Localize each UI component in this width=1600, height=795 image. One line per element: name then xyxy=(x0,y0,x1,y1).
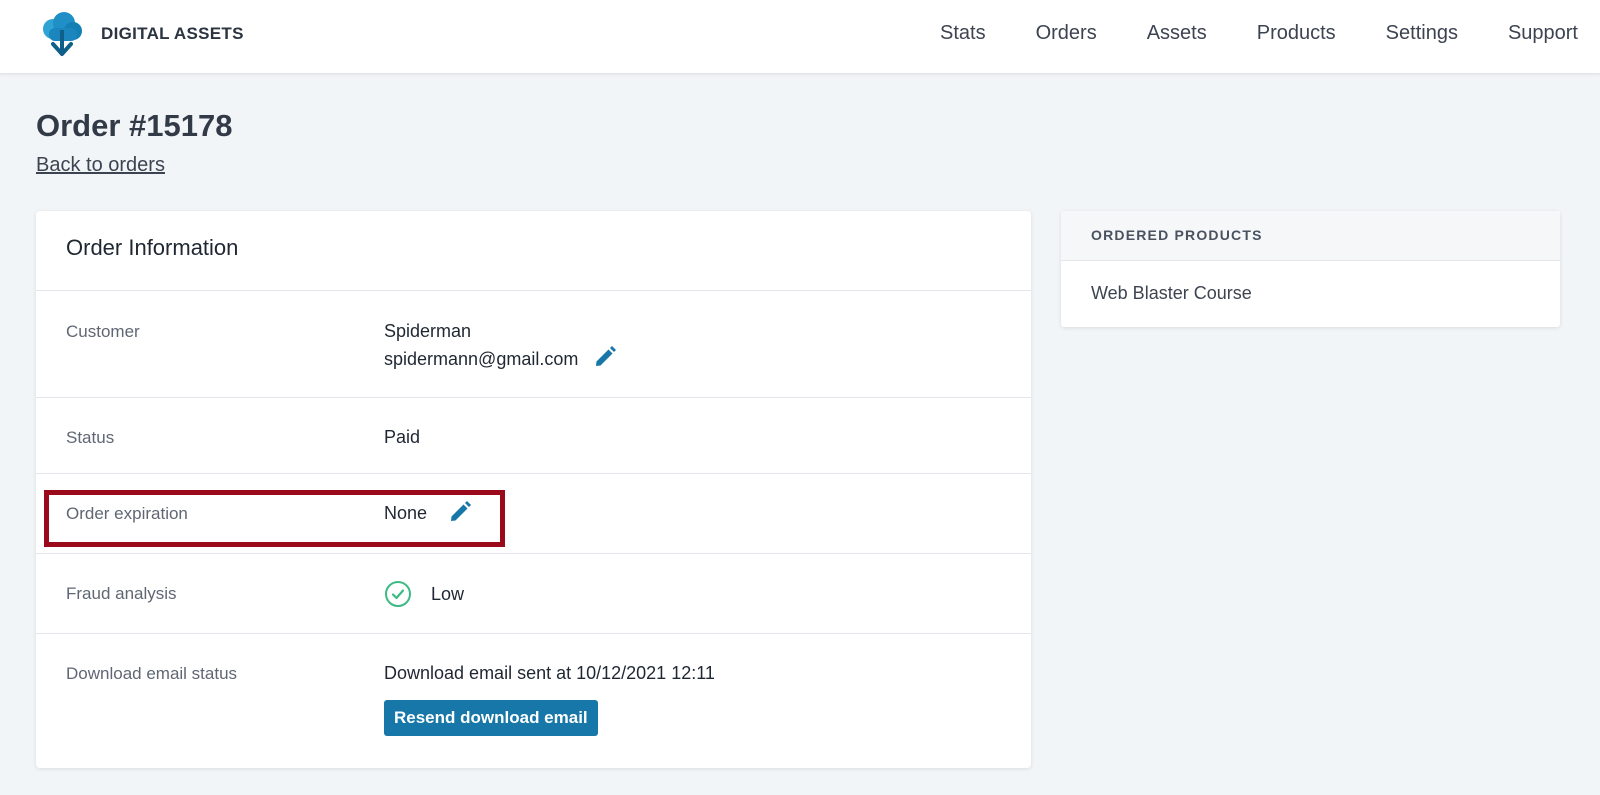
nav-products[interactable]: Products xyxy=(1257,22,1336,45)
nav-settings[interactable]: Settings xyxy=(1386,22,1458,45)
fraud-analysis-value: Low xyxy=(431,583,465,604)
download-email-status: Download email sent at 10/12/2021 12:11 xyxy=(384,663,715,683)
ordered-products-title: ORDERED PRODUCTS xyxy=(1061,211,1560,261)
nav-assets[interactable]: Assets xyxy=(1147,22,1207,45)
status-row: Status Paid xyxy=(36,398,1031,474)
status-value: Paid xyxy=(384,427,421,447)
customer-label: Customer xyxy=(66,322,140,341)
customer-row: Customer Spiderman spidermann@gmail.com xyxy=(36,291,1031,398)
ordered-product-item[interactable]: Web Blaster Course xyxy=(1061,261,1560,304)
main-nav: Stats Orders Assets Products Settings Su… xyxy=(890,22,1578,45)
brand-name[interactable]: DIGITAL ASSETS xyxy=(101,24,244,44)
highlight-box xyxy=(44,490,505,547)
fraud-analysis-label: Fraud analysis xyxy=(66,584,177,603)
page-title: Order #15178 xyxy=(36,108,233,143)
nav-stats[interactable]: Stats xyxy=(940,22,986,45)
customer-email-wrap: spidermann@gmail.com xyxy=(384,346,617,370)
fraud-analysis-row: Fraud analysis Low xyxy=(36,554,1031,634)
check-circle-icon xyxy=(385,581,411,607)
status-label: Status xyxy=(66,428,115,447)
order-information-title: Order Information xyxy=(36,211,1031,291)
nav-support[interactable]: Support xyxy=(1508,22,1578,45)
cloud-download-icon[interactable] xyxy=(40,12,84,60)
ordered-products-card: ORDERED PRODUCTS Web Blaster Course xyxy=(1061,211,1560,327)
resend-download-email-button[interactable]: Resend download email xyxy=(384,700,598,736)
fraud-analysis-wrap: Low xyxy=(384,580,464,608)
download-email-label: Download email status xyxy=(66,664,238,683)
customer-email: spidermann@gmail.com xyxy=(384,349,579,369)
customer-name: Spiderman xyxy=(384,321,472,341)
back-to-orders-link[interactable]: Back to orders xyxy=(36,154,165,177)
nav-orders[interactable]: Orders xyxy=(1036,22,1097,45)
download-email-row: Download email status Download email sen… xyxy=(36,634,1031,767)
top-navbar: DIGITAL ASSETS Stats Orders Assets Produ… xyxy=(0,0,1600,74)
edit-customer-pencil-icon[interactable] xyxy=(593,345,617,369)
